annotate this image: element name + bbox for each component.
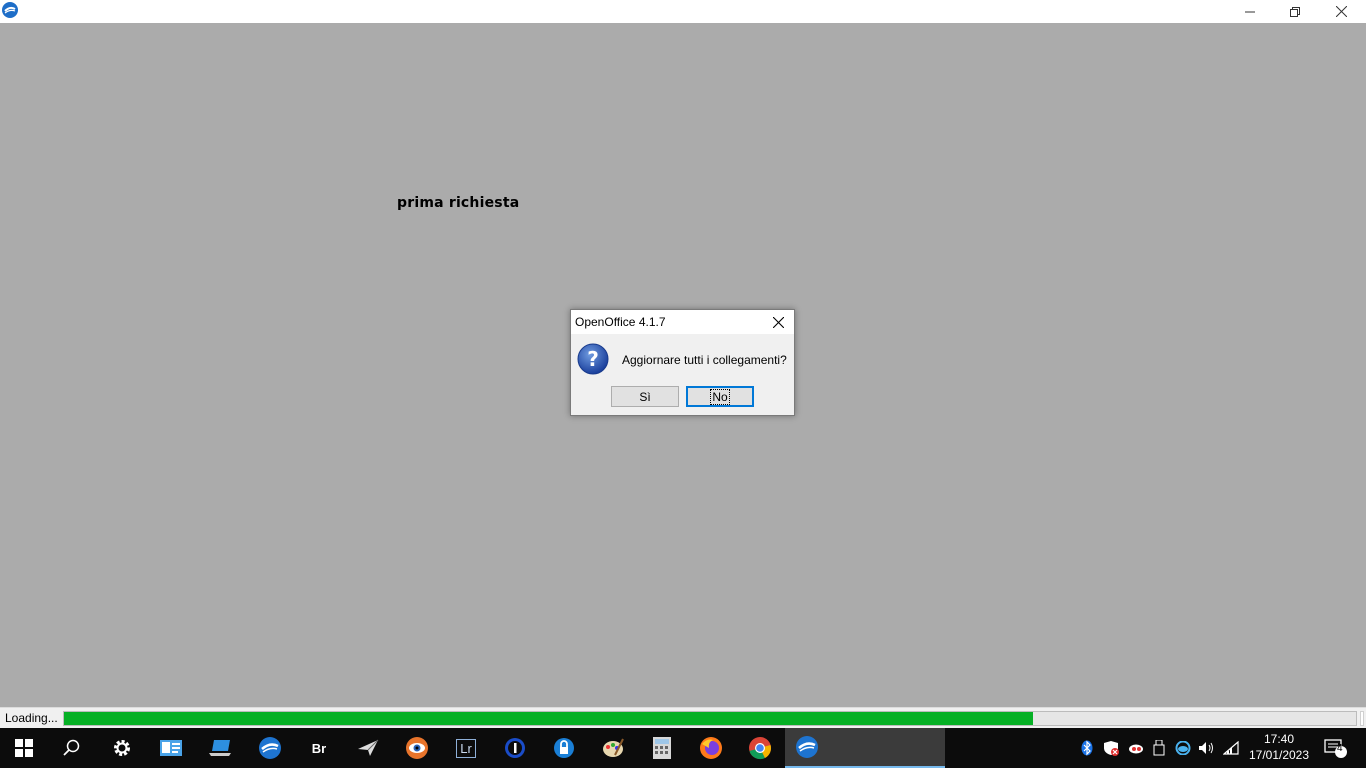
taskbar-paper-plane[interactable] — [344, 728, 392, 768]
onepassword-icon — [505, 738, 525, 758]
dialog-title: OpenOffice 4.1.7 — [575, 315, 666, 329]
svg-text:?: ? — [587, 347, 599, 371]
restore-icon — [1290, 6, 1300, 17]
clock-time: 17:40 — [1263, 732, 1295, 746]
taskbar-onepassword[interactable] — [491, 728, 539, 768]
eye-app-icon — [406, 737, 428, 759]
paper-plane-icon — [358, 739, 379, 756]
taskbar-clock[interactable]: 17:40 17/01/2023 — [1244, 731, 1314, 763]
taskbar-contacts[interactable] — [147, 728, 195, 768]
loading-label: Loading... — [5, 711, 58, 725]
settings-icon — [114, 740, 130, 756]
no-button-label: No — [710, 388, 730, 405]
chrome-icon — [749, 737, 771, 760]
dialog-close-button[interactable] — [764, 310, 792, 334]
bluetooth-icon — [1081, 740, 1093, 756]
dialog-message: Aggiornare tutti i collegamenti? — [622, 353, 787, 367]
clock-date: 17/01/2023 — [1248, 748, 1310, 762]
taskbar-firefox[interactable] — [687, 728, 735, 768]
notifications-count-badge: 4 — [1337, 743, 1343, 754]
network-icon — [1223, 741, 1239, 755]
lightroom-icon: Lr — [456, 738, 476, 758]
minimize-button[interactable] — [1227, 0, 1273, 23]
onedrive-icon — [1175, 741, 1191, 755]
taskbar-chrome[interactable] — [736, 728, 784, 768]
no-button[interactable]: No — [686, 386, 754, 407]
tray-network[interactable] — [1220, 728, 1242, 768]
volume-icon — [1199, 742, 1213, 754]
calculator-icon — [653, 737, 671, 759]
firefox-icon — [700, 737, 722, 759]
start-icon — [15, 739, 33, 757]
yes-button[interactable]: Sì — [611, 386, 679, 407]
pc-app-icon — [209, 740, 231, 756]
taskbar-settings[interactable] — [98, 728, 146, 768]
question-icon: ? — [577, 343, 609, 375]
taskbar-openoffice[interactable] — [246, 728, 294, 768]
status-end-box — [1360, 711, 1364, 726]
start-button[interactable] — [0, 728, 48, 768]
restore-button[interactable] — [1272, 0, 1318, 23]
minimize-icon — [1245, 11, 1255, 12]
taskbar-lock-app[interactable] — [540, 728, 588, 768]
notifications-icon — [1324, 739, 1347, 758]
usb-icon — [1153, 740, 1165, 756]
search-icon — [63, 739, 80, 756]
taskbar-paint[interactable] — [589, 728, 637, 768]
contacts-icon — [160, 740, 182, 756]
lock-app-icon — [554, 738, 574, 758]
close-window-button[interactable] — [1318, 0, 1364, 23]
tray-usb[interactable] — [1150, 728, 1168, 768]
tray-cloud-sync[interactable] — [1126, 728, 1146, 768]
dialog-titlebar: OpenOffice 4.1.7 — [571, 310, 794, 334]
tray-bluetooth[interactable] — [1078, 728, 1096, 768]
cloud-sync-icon — [1129, 744, 1143, 754]
openoffice-active-icon — [796, 736, 818, 758]
taskbar-lightroom[interactable]: Lr — [442, 728, 490, 768]
bridge-icon: Br — [311, 740, 327, 756]
taskbar-pc-app[interactable] — [196, 728, 244, 768]
openoffice-logo-icon — [2, 2, 18, 18]
update-links-dialog: OpenOffice 4.1.7 ? Aggiornare tutti i co… — [570, 309, 795, 416]
taskbar-openoffice-active[interactable] — [785, 728, 945, 768]
taskbar-calculator[interactable] — [638, 728, 686, 768]
openoffice-icon — [259, 737, 281, 759]
close-icon — [1335, 6, 1347, 17]
notification-center-button[interactable]: 4 — [1320, 728, 1350, 768]
search-button[interactable] — [48, 728, 96, 768]
taskbar-eye-app[interactable] — [393, 728, 441, 768]
progress-fill — [64, 712, 1033, 725]
tray-security[interactable] — [1100, 728, 1122, 768]
window-titlebar — [0, 0, 1366, 23]
taskbar: Br Lr 17:40 17/01/2023 4 — [0, 728, 1366, 768]
yes-button-label: Sì — [639, 389, 651, 404]
close-icon — [772, 316, 784, 328]
taskbar-bridge[interactable]: Br — [295, 728, 343, 768]
status-bar: Loading... — [0, 707, 1366, 729]
document-text: prima richiesta — [397, 195, 520, 211]
tray-volume[interactable] — [1196, 728, 1218, 768]
tray-onedrive[interactable] — [1172, 728, 1194, 768]
security-icon — [1104, 741, 1119, 756]
paint-palette-icon — [603, 738, 624, 757]
progress-bar — [63, 711, 1357, 726]
